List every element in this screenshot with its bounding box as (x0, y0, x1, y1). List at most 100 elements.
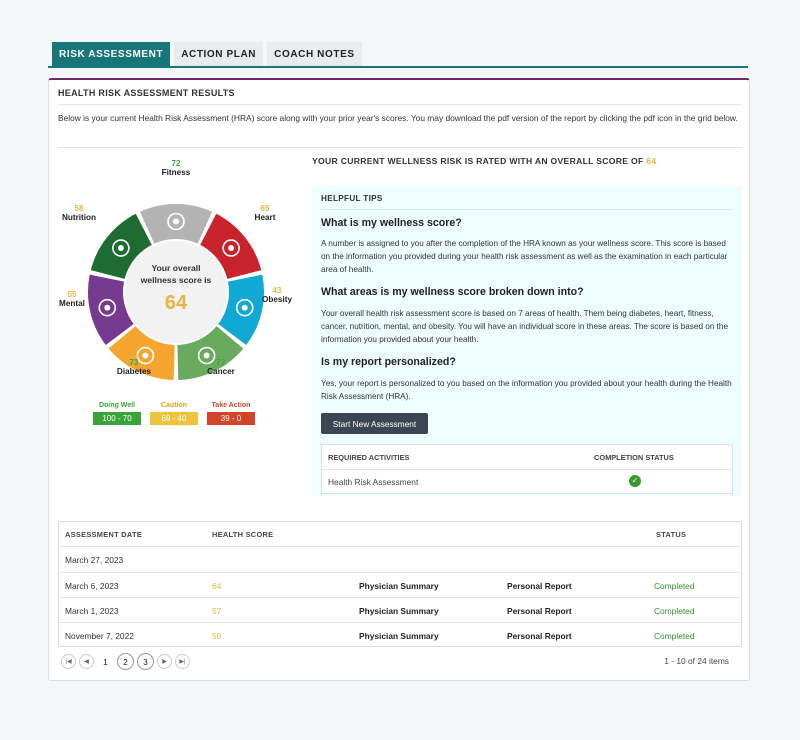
table-row: March 6, 2023 64 Physician Summary Perso… (59, 572, 741, 597)
helpful-tips-panel: HELPFUL TIPS What is my wellness score? … (312, 186, 742, 496)
table-row: November 7, 2022 50 Physician Summary Pe… (59, 622, 741, 647)
completion-status-header: COMPLETION STATUS (594, 453, 674, 462)
page-3-button[interactable]: 3 (137, 653, 154, 670)
legend-range: 69 - 40 (150, 412, 198, 425)
row-score: 64 (212, 581, 222, 591)
obesity-name: Obesity (261, 295, 293, 304)
cancer-label: 72 Cancer (201, 358, 241, 376)
mental-name: Mental (59, 299, 85, 308)
bicycle-icon-glyph (173, 218, 179, 225)
row-score: 50 (212, 631, 222, 641)
mental-label: 55 Mental (52, 290, 92, 308)
divider (58, 104, 742, 105)
center-text-line1: Your overall (151, 263, 200, 273)
legend-caption: Doing Well (98, 402, 136, 409)
wellness-wheel: Your overall wellness score is 64 (88, 204, 264, 380)
row-status: Completed (654, 631, 695, 641)
legend-doing-well: Doing Well 100 - 70 (93, 402, 141, 425)
nutrition-score: 58 (74, 204, 84, 213)
heart-label: 65 Heart (245, 204, 285, 222)
divider (58, 147, 742, 148)
physician-summary-link[interactable]: Physician Summary (359, 581, 439, 591)
activity-name: Health Risk Assessment (328, 477, 419, 487)
heart-icon-glyph (228, 245, 235, 252)
items-count: 1 - 10 of 24 items (664, 656, 729, 666)
row-status: Completed (654, 581, 695, 591)
row-date: March 1, 2023 (65, 606, 119, 616)
obesity-label: 43 Obesity (257, 286, 297, 304)
overall-score: 64 (165, 292, 188, 314)
last-page-icon[interactable]: ▶| (175, 654, 190, 669)
tip-question: What is my wellness score? (321, 217, 462, 229)
row-date: March 6, 2023 (65, 581, 119, 591)
tips-title: HELPFUL TIPS (321, 194, 383, 203)
person-icon-glyph (104, 304, 111, 311)
overall-value: 64 (646, 156, 657, 166)
overall-score-heading: YOUR CURRENT WELLNESS RISK IS RATED WITH… (312, 156, 656, 166)
mental-score: 55 (67, 290, 77, 299)
table-row: March 1, 2023 57 Physician Summary Perso… (59, 597, 741, 622)
tip-question: What areas is my wellness score broken d… (321, 286, 584, 298)
center-text-line2: wellness score is (140, 275, 212, 285)
results-card: HEALTH RISK ASSESSMENT RESULTS Below is … (48, 78, 750, 681)
fitness-label: 72 Fitness (156, 159, 196, 177)
first-page-icon[interactable]: |◀ (61, 654, 76, 669)
nutrition-label: 58 Nutrition (57, 204, 101, 222)
table-row: March 27, 2023 (59, 546, 741, 571)
row-status: Completed (654, 606, 695, 616)
physician-summary-link[interactable]: Physician Summary (359, 606, 439, 616)
row-date: November 7, 2022 (65, 631, 134, 641)
tab-underline (48, 66, 748, 68)
diabetes-label: 73 Diabetes (112, 358, 156, 376)
carrot-icon-glyph (117, 245, 124, 252)
tab-bar: RISK ASSESSMENT ACTION PLAN COACH NOTES (52, 42, 362, 66)
next-page-icon[interactable]: ▶ (157, 654, 172, 669)
legend-take-action: Take Action 39 - 0 (207, 402, 255, 425)
scale-icon-glyph (241, 304, 248, 311)
card-title: HEALTH RISK ASSESSMENT RESULTS (58, 88, 235, 98)
fitness-score: 72 (171, 159, 181, 168)
legend-range: 100 - 70 (93, 412, 141, 425)
pagination: |◀ ◀ 1 2 3 ▶ ▶| (61, 653, 190, 670)
row-date: March 27, 2023 (65, 555, 124, 565)
tip-question: Is my report personalized? (321, 356, 456, 368)
page-1-button[interactable]: 1 (97, 653, 114, 670)
required-activities-header: REQUIRED ACTIVITIES (328, 453, 410, 462)
tab-risk-assessment[interactable]: RISK ASSESSMENT (52, 42, 171, 66)
row-score: 57 (212, 606, 222, 616)
nutrition-name: Nutrition (61, 213, 97, 222)
cancer-score: 72 (216, 358, 226, 367)
legend-caption: Caution (160, 402, 188, 409)
start-new-assessment-button[interactable]: Start New Assessment (321, 413, 428, 434)
column-header-score: HEALTH SCORE (212, 530, 274, 539)
tip-answer: Your overall health risk assessment scor… (321, 309, 729, 344)
legend-caption: Take Action (211, 402, 251, 409)
tip-answer: Yes, your report is personalized to you … (321, 379, 732, 401)
assessment-history-table: ASSESSMENT DATE HEALTH SCORE STATUS Marc… (58, 521, 742, 647)
intro-text: Below is your current Health Risk Assess… (58, 113, 738, 123)
tab-action-plan[interactable]: ACTION PLAN (174, 42, 264, 66)
check-circle-icon: ✓ (629, 475, 641, 487)
fitness-name: Fitness (161, 168, 191, 177)
divider (322, 469, 732, 470)
diabetes-score: 73 (129, 358, 139, 367)
obesity-score: 43 (272, 286, 282, 295)
diabetes-name: Diabetes (116, 367, 152, 376)
physician-summary-link[interactable]: Physician Summary (359, 631, 439, 641)
legend-caution: Caution 69 - 40 (150, 402, 198, 425)
heart-name: Heart (254, 213, 276, 222)
tip-answer: A number is assigned to you after the co… (321, 239, 728, 274)
prev-page-icon[interactable]: ◀ (79, 654, 94, 669)
required-activities-table: REQUIRED ACTIVITIES COMPLETION STATUS He… (321, 444, 733, 494)
divider (321, 209, 733, 210)
heart-score: 65 (260, 204, 270, 213)
column-header-status: STATUS (656, 530, 687, 539)
page-2-button[interactable]: 2 (117, 653, 134, 670)
personal-report-link[interactable]: Personal Report (507, 606, 572, 616)
personal-report-link[interactable]: Personal Report (507, 631, 572, 641)
personal-report-link[interactable]: Personal Report (507, 581, 572, 591)
tab-coach-notes[interactable]: COACH NOTES (267, 42, 362, 66)
overall-label: YOUR CURRENT WELLNESS RISK IS RATED WITH… (312, 156, 644, 166)
column-header-date: ASSESSMENT DATE (65, 530, 143, 539)
cancer-name: Cancer (207, 367, 235, 376)
